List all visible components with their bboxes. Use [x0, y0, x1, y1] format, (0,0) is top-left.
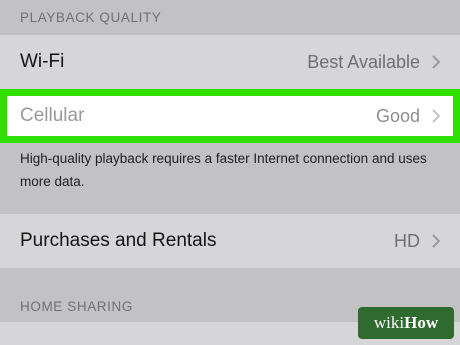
chevron-right-icon: [432, 55, 440, 69]
cellular-row[interactable]: Cellular Good: [0, 89, 460, 143]
wikihow-watermark-logo: wiki How: [358, 307, 454, 339]
watermark-wiki: wiki: [373, 313, 405, 332]
home-sharing-header: HOME SHARING: [20, 299, 133, 314]
playback-quality-header: PLAYBACK QUALITY: [20, 10, 162, 25]
wifi-row[interactable]: Wi-Fi Best Available: [0, 35, 460, 89]
cellular-value: Good: [375, 105, 420, 126]
chevron-right-icon: [432, 234, 440, 248]
watermark-how: How: [404, 313, 439, 332]
playback-quality-note: High-quality playback requires a faster …: [20, 151, 427, 189]
purchases-value: HD: [394, 230, 420, 251]
settings-screen: PLAYBACK QUALITY Wi-Fi Best Available Ce…: [0, 0, 460, 345]
chevron-right-icon: [432, 109, 440, 123]
wifi-value: Best Available: [307, 51, 420, 72]
purchases-rentals-row[interactable]: Purchases and Rentals HD: [0, 214, 460, 268]
cellular-label: Cellular: [20, 105, 85, 126]
wifi-label: Wi-Fi: [20, 51, 65, 72]
purchases-label: Purchases and Rentals: [20, 230, 217, 251]
